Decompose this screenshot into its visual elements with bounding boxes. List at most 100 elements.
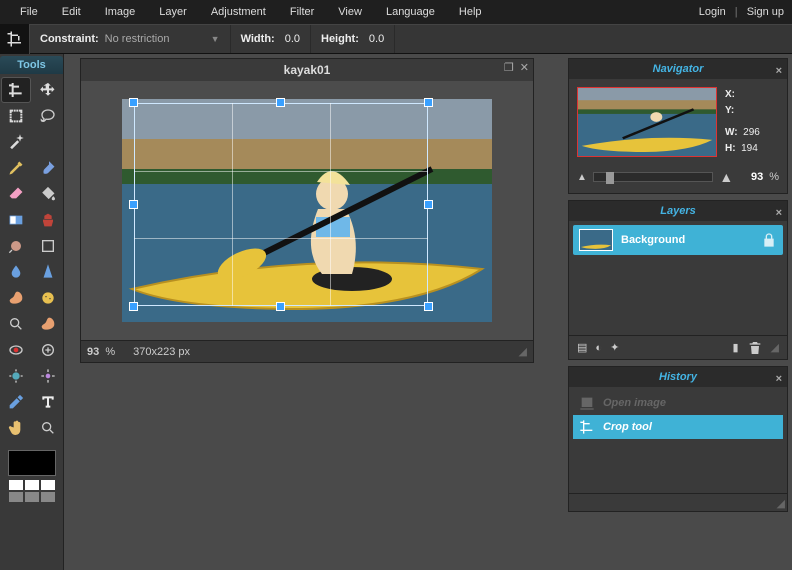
tool-empty[interactable] xyxy=(34,130,62,154)
canvas[interactable] xyxy=(122,99,492,322)
signup-link[interactable]: Sign up xyxy=(747,6,784,18)
menu-help[interactable]: Help xyxy=(447,0,494,24)
move-icon xyxy=(40,82,56,98)
zoom-status: 93 % xyxy=(87,346,115,358)
color-replace-icon xyxy=(8,238,24,254)
resize-grip-icon[interactable]: ◢ xyxy=(777,497,785,510)
new-layer-icon[interactable]: ▤ xyxy=(577,341,587,354)
swatch[interactable] xyxy=(25,492,39,502)
menu-language[interactable]: Language xyxy=(374,0,447,24)
layer-fx-icon[interactable]: ✦ xyxy=(610,341,619,354)
crop-handle-s[interactable] xyxy=(276,302,285,311)
crop-handle-se[interactable] xyxy=(424,302,433,311)
close-icon[interactable]: × xyxy=(776,61,782,81)
close-icon[interactable]: × xyxy=(776,203,782,223)
gradient-icon xyxy=(8,212,24,228)
hand-icon xyxy=(8,420,24,436)
tool-crop[interactable] xyxy=(2,78,30,102)
tool-hand[interactable] xyxy=(2,416,30,440)
tool-clone-stamp[interactable] xyxy=(34,208,62,232)
crop-handle-n[interactable] xyxy=(276,98,285,107)
swatch[interactable] xyxy=(9,492,23,502)
swatch[interactable] xyxy=(41,480,55,490)
layer-name: Background xyxy=(621,234,685,246)
maximize-icon[interactable]: ❐ xyxy=(504,61,514,74)
crop-selection[interactable] xyxy=(134,103,428,306)
sharpen-icon xyxy=(40,264,56,280)
duplicate-layer-icon[interactable]: ▮ xyxy=(732,341,738,354)
resize-grip-icon[interactable]: ◢ xyxy=(771,341,779,354)
login-link[interactable]: Login xyxy=(699,6,726,18)
spot-heal-icon xyxy=(40,342,56,358)
navigator-panel: Navigator × X: Y: W: 296 xyxy=(568,58,788,194)
tool-gradient[interactable] xyxy=(2,208,30,232)
tool-burn[interactable] xyxy=(34,312,62,336)
menu-image[interactable]: Image xyxy=(93,0,148,24)
history-item[interactable]: Crop tool xyxy=(573,415,783,439)
crop-handle-w[interactable] xyxy=(129,200,138,209)
tool-move[interactable] xyxy=(34,78,62,102)
delete-layer-icon[interactable] xyxy=(747,340,763,356)
tool-blur[interactable] xyxy=(2,260,30,284)
layers-panel: Layers × Background ▤ ◐ ✦ xyxy=(568,200,788,360)
tool-spot-heal[interactable] xyxy=(34,338,62,362)
tool-type[interactable] xyxy=(34,390,62,414)
zoom-in-icon[interactable]: ▲ xyxy=(719,169,733,185)
resize-grip-icon[interactable]: ◢ xyxy=(519,345,527,358)
tool-bloat[interactable] xyxy=(2,364,30,388)
tool-color-replace[interactable] xyxy=(2,234,30,258)
tool-sponge[interactable] xyxy=(34,286,62,310)
foreground-color-swatch[interactable] xyxy=(8,450,56,476)
history-item[interactable]: Open image xyxy=(573,391,783,415)
zoom-out-icon[interactable]: ▲ xyxy=(577,172,587,183)
tool-pencil[interactable] xyxy=(2,156,30,180)
tool-wand[interactable] xyxy=(2,130,30,154)
menu-filter[interactable]: Filter xyxy=(278,0,326,24)
tool-paint-bucket[interactable] xyxy=(34,182,62,206)
bloat-icon xyxy=(8,368,24,384)
navigator-thumbnail[interactable] xyxy=(577,87,717,157)
width-value[interactable]: 0.0 xyxy=(285,33,300,45)
crop-handle-ne[interactable] xyxy=(424,98,433,107)
menu-view[interactable]: View xyxy=(326,0,374,24)
menu-file[interactable]: File xyxy=(8,0,50,24)
toolbox-title: Tools xyxy=(0,56,63,74)
tool-zoom[interactable] xyxy=(34,416,62,440)
tool-dodge[interactable] xyxy=(2,312,30,336)
tool-pinch[interactable] xyxy=(34,364,62,388)
wand-icon xyxy=(8,134,24,150)
layer-row[interactable]: Background xyxy=(573,225,783,255)
auth-divider: | xyxy=(729,6,744,18)
swatch[interactable] xyxy=(25,480,39,490)
tool-color-picker[interactable] xyxy=(2,390,30,414)
tool-sharpen[interactable] xyxy=(34,260,62,284)
tool-smudge[interactable] xyxy=(2,286,30,310)
layer-mask-icon[interactable]: ◐ xyxy=(595,342,602,354)
tool-lasso[interactable] xyxy=(34,104,62,128)
swatch[interactable] xyxy=(9,480,23,490)
close-icon[interactable]: ✕ xyxy=(520,61,529,74)
crop-handle-nw[interactable] xyxy=(129,98,138,107)
constraint-select[interactable]: No restriction xyxy=(105,33,205,45)
nav-w-value: 296 xyxy=(743,127,760,138)
tool-marquee[interactable] xyxy=(2,104,30,128)
close-icon[interactable]: × xyxy=(776,369,782,389)
height-value[interactable]: 0.0 xyxy=(369,33,384,45)
crop-handle-sw[interactable] xyxy=(129,302,138,311)
menu-adjustment[interactable]: Adjustment xyxy=(199,0,278,24)
clone-stamp-icon xyxy=(40,212,56,228)
color-picker-icon xyxy=(8,394,24,410)
zoom-slider[interactable] xyxy=(593,172,713,182)
navigator-title: Navigator xyxy=(653,63,704,75)
menu-layer[interactable]: Layer xyxy=(147,0,199,24)
swatch[interactable] xyxy=(41,492,55,502)
tool-brush[interactable] xyxy=(34,156,62,180)
pencil-icon xyxy=(8,160,24,176)
brush-icon xyxy=(40,160,56,176)
sponge-icon xyxy=(40,290,56,306)
tool-eraser[interactable] xyxy=(2,182,30,206)
tool-red-eye[interactable] xyxy=(2,338,30,362)
menu-edit[interactable]: Edit xyxy=(50,0,93,24)
crop-handle-e[interactable] xyxy=(424,200,433,209)
tool-draw-shape[interactable] xyxy=(34,234,62,258)
